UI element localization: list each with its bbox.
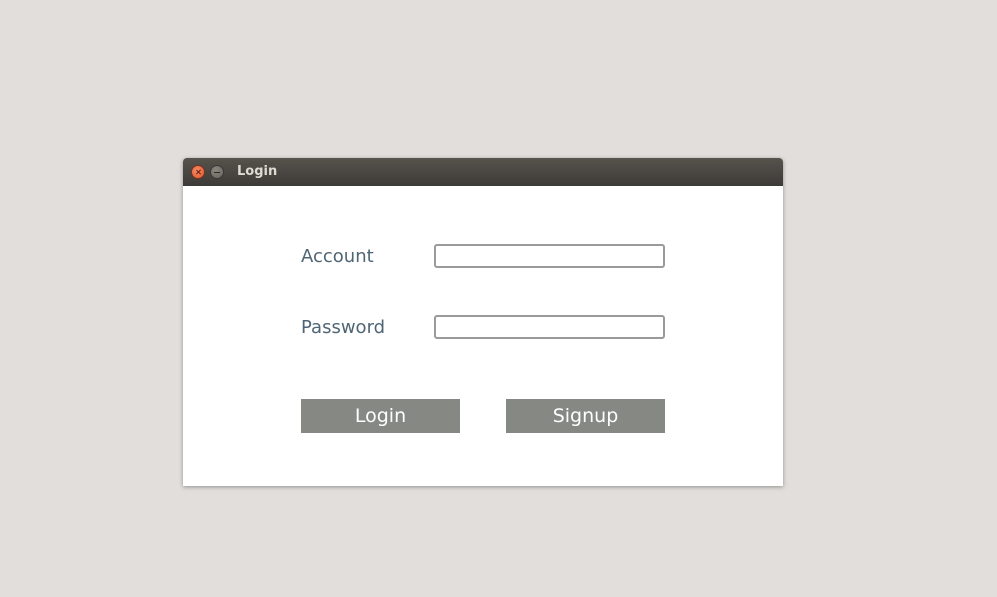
close-window-button[interactable] <box>191 165 205 179</box>
login-window: Login Account Password Login Signup <box>183 158 783 486</box>
password-label: Password <box>301 317 386 338</box>
signup-button[interactable]: Signup <box>506 399 665 433</box>
window-titlebar[interactable]: Login <box>183 158 783 186</box>
login-button[interactable]: Login <box>301 399 460 433</box>
account-input[interactable] <box>434 244 665 268</box>
account-label: Account <box>301 246 374 267</box>
minimize-window-button[interactable] <box>210 165 224 179</box>
password-input[interactable] <box>434 315 665 339</box>
window-title: Login <box>237 164 278 179</box>
